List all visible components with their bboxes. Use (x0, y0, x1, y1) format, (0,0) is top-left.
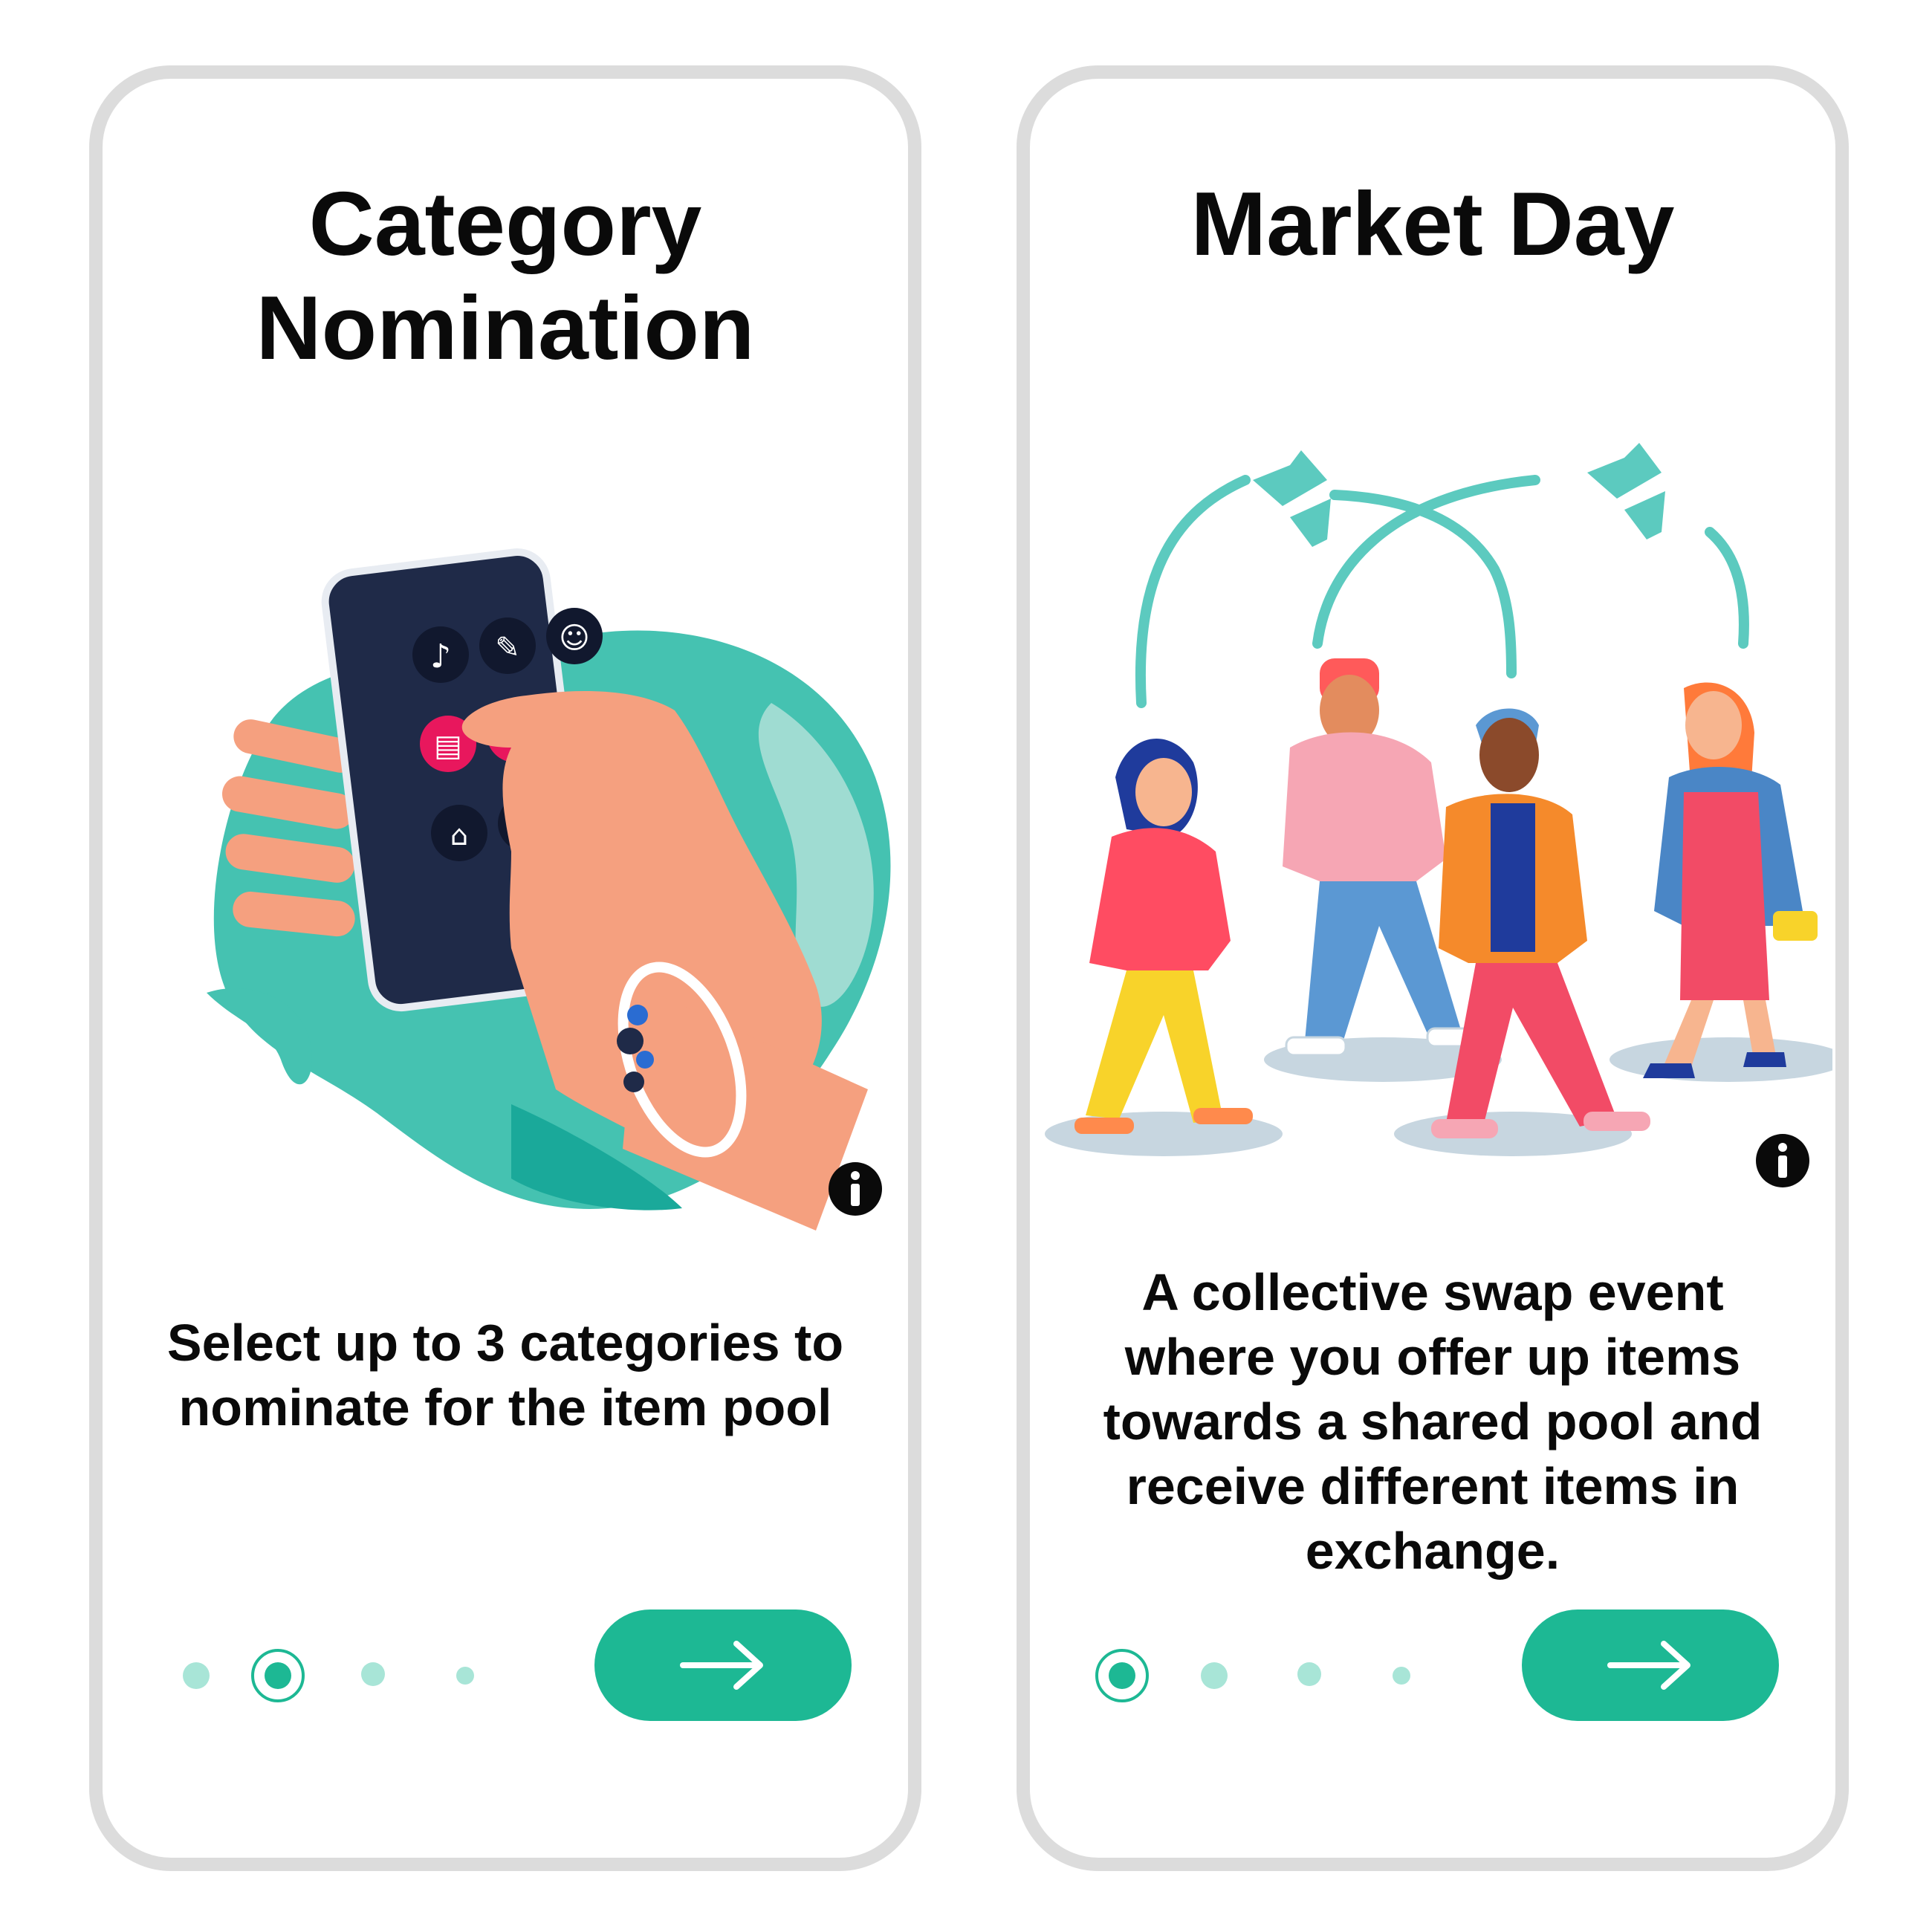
pagination-dot[interactable] (456, 1667, 474, 1685)
pagination-dots (103, 1644, 623, 1708)
person-woman-blue-hair (1074, 738, 1253, 1134)
svg-text:✎: ✎ (495, 631, 520, 665)
next-button[interactable] (594, 1610, 852, 1721)
pagination-dot[interactable] (1393, 1667, 1410, 1685)
pagination-dot-active[interactable] (251, 1649, 305, 1702)
ground-shadows (1045, 1037, 1832, 1156)
pagination-dot-active[interactable] (1095, 1649, 1149, 1702)
info-icon[interactable] (1754, 1132, 1811, 1189)
screen-title: Category Nomination (256, 173, 755, 378)
arrow-right-icon (680, 1641, 763, 1690)
screen-description: A collective swap event where you offer … (1103, 1263, 1763, 1580)
next-button[interactable] (1522, 1610, 1779, 1721)
phone-in-hand-illustration: ♪ ✎ ☺ ▤ ♠ ⌂ ◆ ∩ (207, 548, 891, 1231)
svg-text:▤: ▤ (434, 729, 462, 763)
onboarding-card-market-day: Market Day A collective swap event where… (1017, 65, 1849, 1871)
screen-title: Market Day (1190, 173, 1675, 274)
pagination-dots (1030, 1644, 1550, 1708)
svg-text:☺: ☺ (559, 621, 590, 655)
onboarding-card-category-nomination: Category Nomination ♪ ✎ ☺ ▤ ♠ ⌂ (89, 65, 921, 1871)
info-icon[interactable] (827, 1161, 884, 1217)
pagination-dot[interactable] (183, 1662, 210, 1689)
svg-text:♪: ♪ (430, 638, 451, 675)
arrow-right-icon (1607, 1641, 1690, 1690)
people-swapping-illustration (1045, 443, 1832, 1156)
person-woman-red-hair (1643, 682, 1818, 1078)
screen-description: Select up to 3 categories to nominate fo… (166, 1314, 844, 1436)
pagination-dot[interactable] (361, 1662, 385, 1686)
person-man-orange-jacket (1431, 708, 1650, 1138)
pagination-dot[interactable] (1201, 1662, 1228, 1689)
pagination-dot[interactable] (1297, 1662, 1321, 1686)
svg-text:⌂: ⌂ (450, 819, 468, 852)
